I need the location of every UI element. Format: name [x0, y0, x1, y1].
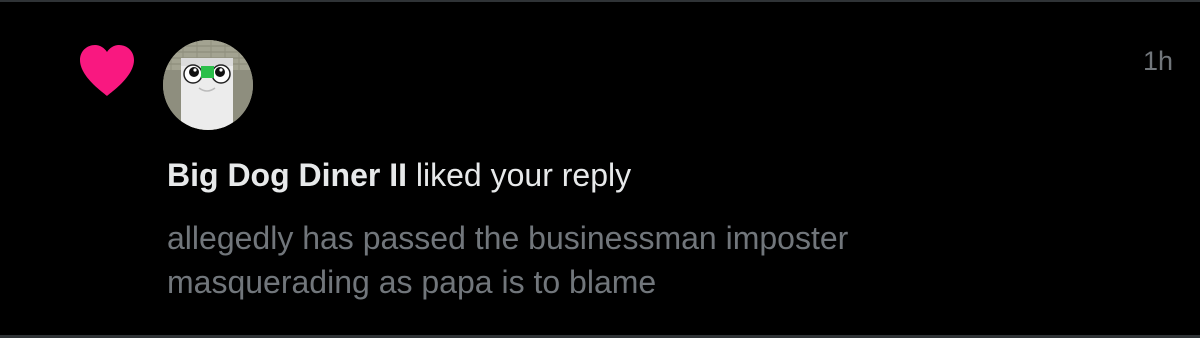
heart-icon — [78, 44, 136, 98]
user-name-link[interactable]: Big Dog Diner II — [167, 157, 407, 193]
reply-preview[interactable]: allegedly has passed the businessman imp… — [167, 216, 1147, 304]
action-text: liked your reply — [415, 157, 632, 193]
notification-headline: Big Dog Diner II liked your reply — [167, 155, 631, 195]
like-notification[interactable]: 1h Big Dog Diner II liked your reply all… — [0, 2, 1200, 335]
reply-preview-line: masquerading as papa is to blame — [167, 264, 657, 300]
reply-preview-line: allegedly has passed the businessman imp… — [167, 220, 849, 256]
timestamp: 1h — [1142, 46, 1173, 76]
avatar[interactable] — [163, 40, 253, 130]
